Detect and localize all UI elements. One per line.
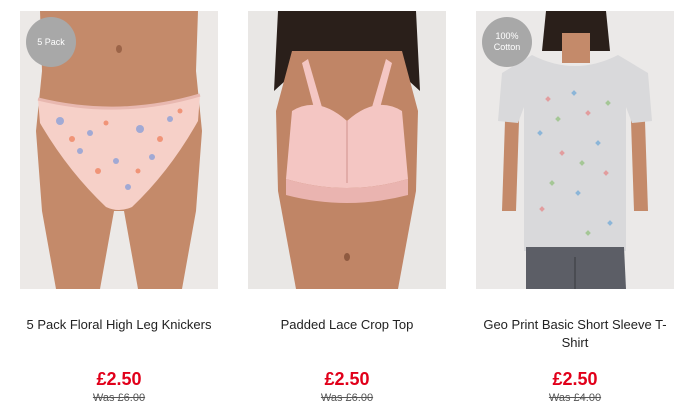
product-badge: 100% Cotton [482,17,532,67]
product-title[interactable]: Geo Print Basic Short Sleeve T-Shirt [476,316,674,352]
product-image[interactable]: 100% Cotton [476,11,674,289]
product-badge: 5 Pack [26,17,76,67]
product-image[interactable] [248,11,446,289]
product-card[interactable]: Padded Lace Crop Top £2.50 Was £6.00 [248,11,446,404]
product-image[interactable]: 5 Pack [20,11,218,289]
product-price: £2.50 [324,369,370,389]
product-price: £2.50 [96,369,142,389]
product-card[interactable]: 5 Pack 5 Pack Floral High Leg Knickers £… [20,11,218,404]
product-card[interactable]: 100% Cotton Geo Print Basic Short Sleeve… [476,11,674,404]
product-price: £2.50 [552,369,598,389]
product-title[interactable]: 5 Pack Floral High Leg Knickers [20,316,218,334]
product-title[interactable]: Padded Lace Crop Top [248,316,446,334]
product-grid: 5 Pack 5 Pack Floral High Leg Knickers £… [20,11,674,404]
